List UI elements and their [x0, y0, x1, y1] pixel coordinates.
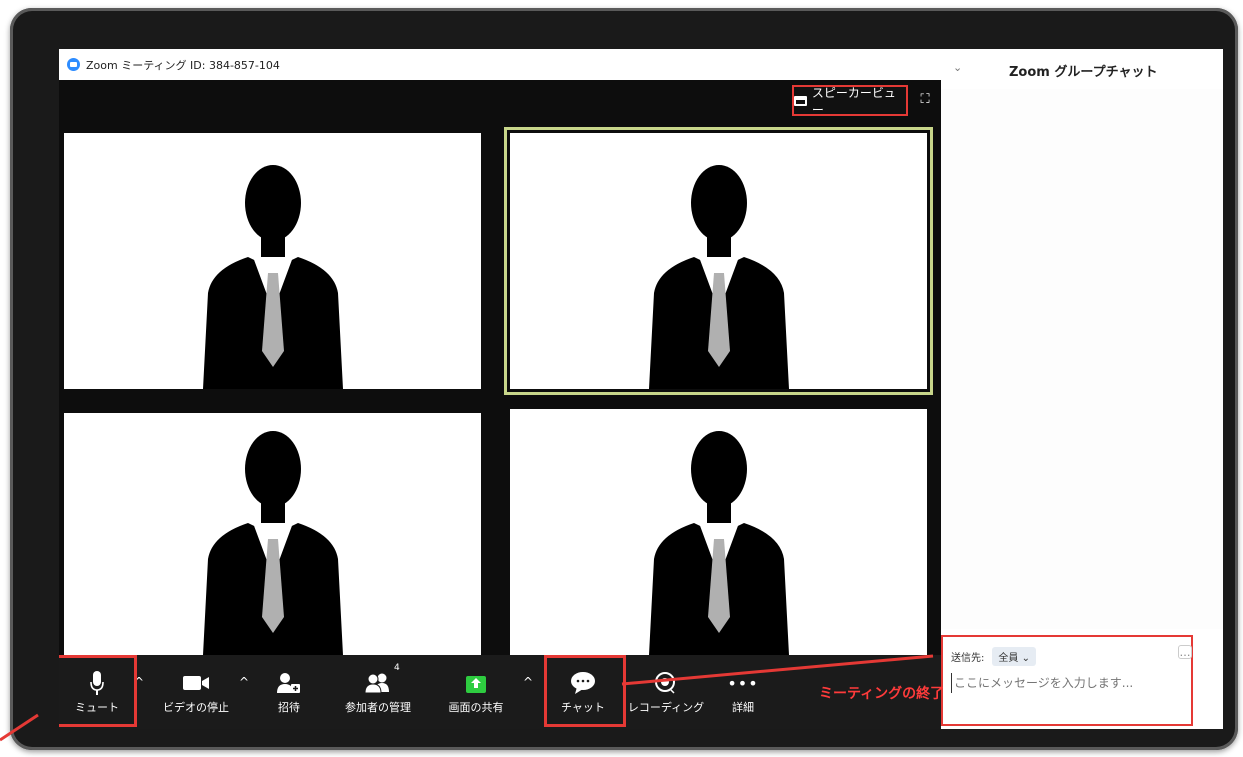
speaker-view-button[interactable]: スピーカービュー [792, 85, 908, 117]
record-icon [654, 669, 678, 697]
window-title: Zoom ミーティング ID: 384-857-104 [86, 58, 280, 72]
chat-compose-box: 送信先: 全員 ⌄ … [941, 635, 1193, 726]
send-to-label: 送信先: [951, 653, 985, 664]
invite-label: 招待 [278, 701, 300, 714]
person-silhouette-icon [648, 431, 789, 655]
more-label: 詳細 [732, 701, 754, 714]
chat-message-input[interactable] [951, 673, 1181, 693]
participant-video-tile[interactable] [64, 413, 481, 655]
mute-highlight-box [59, 655, 137, 727]
send-to-value: 全員 [998, 653, 1019, 664]
stop-video-label: ビデオの停止 [163, 701, 229, 714]
chat-messages [941, 89, 1223, 629]
more-options-icon[interactable]: … [1178, 645, 1192, 659]
record-button[interactable]: レコーディング [625, 669, 707, 723]
zoom-window: Zoom ミーティング ID: 384-857-104 スピーカービュー ⛶ ⌄… [59, 49, 1223, 729]
share-screen-label: 画面の共有 [448, 701, 504, 714]
participants-count: 4 [394, 663, 400, 673]
video-gallery: スピーカービュー ⛶ [59, 80, 941, 655]
participant-video-tile[interactable] [510, 409, 927, 655]
tablet-frame: Zoom ミーティング ID: 384-857-104 スピーカービュー ⛶ ⌄… [10, 8, 1238, 750]
chat-title: Zoom グループチャット [1009, 65, 1158, 80]
zoom-logo-icon [67, 58, 80, 71]
end-meeting-button[interactable]: ミーティングの終了 [819, 683, 944, 703]
share-options-caret-icon[interactable]: ^ [523, 675, 533, 689]
fullscreen-icon[interactable]: ⛶ [916, 90, 934, 108]
manage-participants-button[interactable]: 4 参加者の管理 [335, 663, 421, 723]
chat-panel: ⌄ Zoom グループチャット 送信先: 全員 ⌄ … [941, 49, 1223, 729]
chat-highlight-box [544, 655, 626, 727]
more-button[interactable]: ••• 詳細 [723, 669, 763, 723]
chat-header: ⌄ Zoom グループチャット [941, 49, 1223, 89]
add-user-icon [277, 669, 301, 697]
manage-participants-label: 参加者の管理 [345, 701, 411, 714]
share-screen-icon [465, 669, 487, 697]
person-silhouette-icon [202, 431, 343, 655]
person-silhouette-icon [648, 165, 789, 389]
participant-video-tile-active-speaker[interactable] [504, 127, 933, 395]
send-to-row: 送信先: 全員 ⌄ [951, 647, 1036, 666]
share-screen-button[interactable]: 画面の共有 [441, 669, 511, 723]
video-options-caret-icon[interactable]: ^ [239, 675, 249, 689]
speaker-view-icon [794, 95, 807, 106]
more-dots-icon: ••• [727, 673, 759, 693]
person-silhouette-icon [202, 165, 343, 389]
chevron-down-icon: ⌄ [1021, 653, 1030, 664]
video-camera-icon [182, 669, 210, 697]
send-to-dropdown[interactable]: 全員 ⌄ [992, 647, 1036, 666]
stop-video-button[interactable]: ビデオの停止 [155, 669, 237, 723]
chevron-down-icon[interactable]: ⌄ [953, 61, 962, 74]
invite-button[interactable]: 招待 [267, 669, 311, 723]
participant-video-tile[interactable] [64, 133, 481, 389]
speaker-view-label: スピーカービュー [811, 85, 896, 117]
participants-icon: 4 [364, 663, 400, 697]
title-bar: Zoom ミーティング ID: 384-857-104 [59, 49, 941, 80]
record-label: レコーディング [627, 701, 705, 714]
meeting-toolbar: ミュート ^ ビデオの停止 ^ 招待 4 参加者の管理 画面の共有 ^ チャット… [59, 655, 944, 729]
